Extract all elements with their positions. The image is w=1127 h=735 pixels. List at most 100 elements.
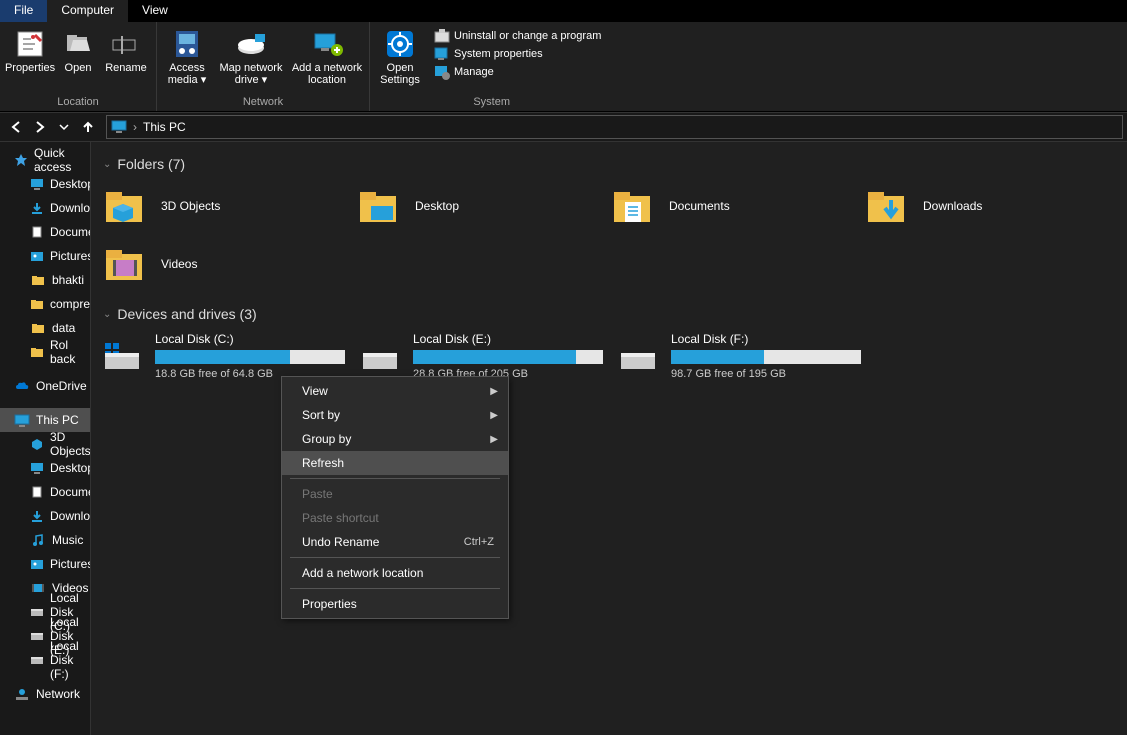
sidebar-label: Documents [50,485,91,499]
recent-dropdown[interactable] [52,115,76,139]
this-pc-icon [111,119,127,135]
navigation-pane: Quick access Desktop📌 Downloads📌 Documen… [0,142,91,735]
ctx-paste-shortcut: Paste shortcut [282,506,508,530]
drive-capacity-bar [155,350,345,364]
manage-button[interactable]: Manage [434,64,601,80]
folder-downloads[interactable]: Downloads [865,182,1115,230]
up-button[interactable] [76,115,100,139]
open-icon [62,28,94,60]
sidebar-3d-objects[interactable]: 3D Objects [0,432,90,456]
uninstall-program-button[interactable]: Uninstall or change a program [434,28,601,44]
sidebar-tp-desktop[interactable]: Desktop [0,456,90,480]
folder-icon [30,296,44,312]
ctx-add-network-location[interactable]: Add a network location [282,561,508,585]
ctx-group-by[interactable]: Group by▶ [282,427,508,451]
folder-videos[interactable]: Videos [103,240,353,288]
sidebar-local-disk-f[interactable]: Local Disk (F:) [0,648,90,672]
sidebar-quick-access[interactable]: Quick access [0,148,90,172]
sysprops-icon [434,46,450,62]
sidebar-tp-documents[interactable]: Documents [0,480,90,504]
ctx-undo-rename[interactable]: Undo RenameCtrl+Z [282,530,508,554]
sidebar-label: OneDrive [36,379,87,393]
sidebar-pictures[interactable]: Pictures📌 [0,244,90,268]
sidebar-label: Network [36,687,80,701]
rename-button[interactable]: Rename [102,24,150,74]
sidebar-tp-downloads[interactable]: Downloads [0,504,90,528]
open-label: Open [65,62,92,74]
drives-header-label: Devices and drives (3) [117,306,256,322]
ctx-label: Undo Rename [302,535,379,549]
ctx-refresh[interactable]: Refresh [282,451,508,475]
tab-file[interactable]: File [0,0,47,22]
disk-icon [30,604,44,620]
sidebar-this-pc[interactable]: This PC [0,408,90,432]
back-button[interactable] [4,115,28,139]
properties-icon [14,28,46,60]
folder-icon [30,320,46,336]
ribbon: Properties Open Rename Location [0,22,1127,112]
folder-desktop[interactable]: Desktop [357,182,607,230]
sidebar-network[interactable]: Network [0,682,90,706]
videos-icon [30,580,46,596]
sidebar-data[interactable]: data [0,316,90,340]
folder-icon [30,344,44,360]
folder-label: Videos [161,257,197,271]
music-icon [30,532,46,548]
desktop-folder-icon [357,186,401,226]
sidebar-compressjpeg[interactable]: compressjpeg [0,292,90,316]
folder-label: Documents [669,199,730,213]
folder-3d-objects[interactable]: 3D Objects [103,182,353,230]
sidebar-downloads[interactable]: Downloads📌 [0,196,90,220]
ctx-separator [290,557,500,558]
sidebar-label: Downloads [50,201,91,215]
add-network-location-button[interactable]: Add a network location [291,24,363,86]
sidebar-label: This PC [36,413,79,427]
chevron-down-icon: ⌄ [103,309,111,320]
documents-icon [30,224,44,240]
sidebar-tp-pictures[interactable]: Pictures [0,552,90,576]
sidebar-bhakti[interactable]: bhakti [0,268,90,292]
forward-button[interactable] [28,115,52,139]
tab-view[interactable]: View [128,0,182,22]
ctx-view[interactable]: View▶ [282,379,508,403]
map-network-drive-button[interactable]: Map network drive ▾ [215,24,287,86]
access-media-label: Access media ▾ [163,62,211,86]
address-bar[interactable]: › This PC [106,115,1123,139]
sidebar-onedrive[interactable]: OneDrive [0,374,90,398]
access-media-button[interactable]: Access media ▾ [163,24,211,86]
ctx-properties[interactable]: Properties [282,592,508,616]
drives-grid: Local Disk (C:) 18.8 GB free of 64.8 GB … [103,332,1115,388]
menu-bar: File Computer View [0,0,1127,22]
disk-icon [30,628,44,644]
drives-section-header[interactable]: ⌄ Devices and drives (3) [103,306,1115,322]
group-location-label: Location [57,95,99,109]
sidebar-tp-music[interactable]: Music [0,528,90,552]
tab-computer[interactable]: Computer [47,0,128,22]
content-pane: ⌄ Folders (7) 3D Objects Desktop Documen… [91,142,1127,735]
drive-name: Local Disk (F:) [671,332,873,346]
network-icon [14,686,30,702]
sidebar-documents[interactable]: Documents📌 [0,220,90,244]
folder-label: 3D Objects [161,199,220,213]
sidebar-label: 3D Objects [50,430,91,458]
folder-documents[interactable]: Documents [611,182,861,230]
open-settings-button[interactable]: Open Settings [376,24,424,86]
sidebar-desktop[interactable]: Desktop📌 [0,172,90,196]
sidebar-label: data [52,321,75,335]
rename-icon [110,28,142,60]
add-network-icon [311,28,343,60]
folders-section-header[interactable]: ⌄ Folders (7) [103,156,1115,172]
rename-label: Rename [105,62,147,74]
videos-folder-icon [103,244,147,284]
ribbon-group-location: Properties Open Rename Location [0,22,157,111]
sidebar-label: Quick access [34,146,90,174]
sidebar-label: Documents [50,225,91,239]
properties-button[interactable]: Properties [6,24,54,74]
system-properties-button[interactable]: System properties [434,46,601,62]
open-button[interactable]: Open [58,24,98,74]
drive-f[interactable]: Local Disk (F:) 98.7 GB free of 195 GB [619,332,873,388]
sidebar-label: bhakti [52,273,84,287]
sidebar-rollback[interactable]: Rol back [0,340,90,364]
ctx-sort-by[interactable]: Sort by▶ [282,403,508,427]
ctx-separator [290,478,500,479]
